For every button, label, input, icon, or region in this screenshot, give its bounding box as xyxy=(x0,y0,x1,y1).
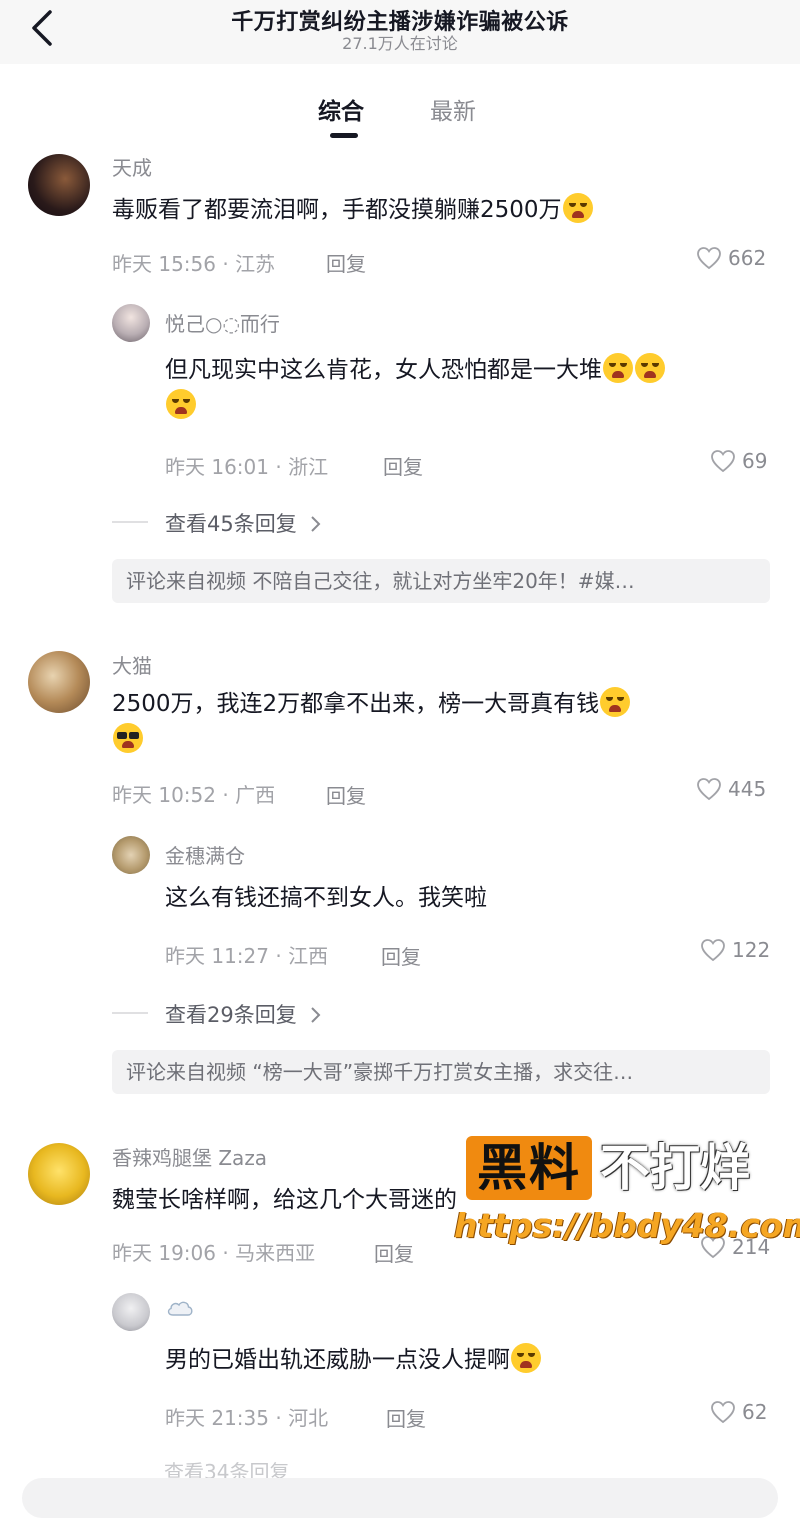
watermark-logo: 黑料 xyxy=(466,1136,592,1200)
tab-indicator xyxy=(330,133,358,138)
watermark-text: 不打烊 xyxy=(600,1139,750,1197)
reply-meta: 昨天 11:27 · 江西 xyxy=(165,944,329,968)
reply-button[interactable]: 回复 xyxy=(386,1403,426,1432)
like-count: 122 xyxy=(732,938,771,962)
emoji-icon xyxy=(562,193,593,223)
reply-text: 这么有钱还搞不到女人。我笑啦 xyxy=(165,885,487,911)
comment-text: 毒贩看了都要流泪啊，手都没摸躺赚2500万 xyxy=(112,192,594,228)
heart-icon xyxy=(701,939,725,962)
cloud-icon xyxy=(167,1301,193,1316)
like-button[interactable]: 445 xyxy=(696,777,766,801)
reply-button[interactable]: 回复 xyxy=(381,941,421,970)
emoji-icon xyxy=(635,353,665,383)
reply-button[interactable]: 回复 xyxy=(374,1238,414,1267)
divider xyxy=(112,521,148,523)
like-count: 445 xyxy=(728,777,767,801)
tab-latest[interactable]: 最新 xyxy=(430,92,476,126)
divider xyxy=(112,1012,148,1014)
emoji-icon xyxy=(600,687,631,717)
view-more-replies[interactable]: 查看45条回复 xyxy=(165,508,323,538)
reply-meta: 昨天 16:01 · 浙江 xyxy=(165,455,329,479)
chevron-right-icon xyxy=(311,1007,321,1023)
heart-icon xyxy=(697,778,721,801)
reply-text: 但凡现实中这么肯花，女人恐怕都是一大堆 xyxy=(165,352,775,424)
emoji-icon xyxy=(166,389,196,419)
reply-button[interactable]: 回复 xyxy=(326,780,366,809)
watermark-url: https://bbdy48.com xyxy=(454,1206,800,1245)
comment-meta: 昨天 19:06 · 马来西亚 xyxy=(112,1241,316,1265)
emoji-icon xyxy=(113,723,143,753)
heart-icon xyxy=(711,450,735,473)
avatar[interactable] xyxy=(28,154,90,216)
like-button[interactable]: 122 xyxy=(700,938,770,962)
avatar[interactable] xyxy=(112,304,150,342)
comment-text: 2500万，我连2万都拿不出来，榜一大哥真有钱 xyxy=(112,686,772,758)
comment-meta: 昨天 15:56 · 江苏 xyxy=(112,252,276,276)
like-count: 62 xyxy=(742,1400,768,1424)
avatar[interactable] xyxy=(28,651,90,713)
like-button[interactable]: 662 xyxy=(696,246,766,270)
video-source[interactable]: 评论来自视频 “榜一大哥”豪掷千万打赏女主播，求交往… xyxy=(112,1050,770,1094)
avatar[interactable] xyxy=(112,836,150,874)
emoji-icon xyxy=(603,353,633,383)
like-count: 69 xyxy=(742,449,768,473)
like-count: 662 xyxy=(728,246,767,270)
heart-icon xyxy=(711,1401,735,1424)
comment-text: 魏莹长啥样啊，给这几个大哥迷的 xyxy=(112,1187,457,1213)
like-button[interactable]: 62 xyxy=(710,1400,767,1424)
like-button[interactable]: 69 xyxy=(710,449,767,473)
view-more-replies[interactable]: 查看29条回复 xyxy=(165,999,323,1029)
reply-meta: 昨天 21:35 · 河北 xyxy=(165,1406,329,1430)
reply-text: 男的已婚出轨还威胁一点没人提啊 xyxy=(165,1342,542,1378)
emoji-icon xyxy=(511,1343,541,1373)
comment-meta: 昨天 10:52 · 广西 xyxy=(112,783,276,807)
avatar[interactable] xyxy=(28,1143,90,1205)
comment-username[interactable]: 香辣鸡腿堡 Zaza xyxy=(112,1142,267,1171)
discussion-count: 27.1万人在讨论 xyxy=(342,34,458,53)
avatar[interactable] xyxy=(112,1293,150,1331)
top-header: 千万打赏纠纷主播涉嫌诈骗被公诉 27.1万人在讨论 xyxy=(0,0,800,64)
tab-comprehensive[interactable]: 综合 xyxy=(318,92,364,126)
reply-button[interactable]: 回复 xyxy=(383,451,423,480)
comment-username[interactable]: 大猫 xyxy=(112,650,152,679)
comment-username[interactable]: 天成 xyxy=(112,152,152,181)
heart-icon xyxy=(697,247,721,270)
reply-username[interactable]: 悦己○◌而行 xyxy=(165,308,280,337)
video-source[interactable]: 评论来自视频 不陪自己交往，就让对方坐牢20年！#媒… xyxy=(112,559,770,603)
reply-username[interactable]: 金穗满仓 xyxy=(165,840,245,869)
chevron-right-icon xyxy=(311,516,321,532)
reply-button[interactable]: 回复 xyxy=(326,248,366,277)
comment-input-bar[interactable] xyxy=(22,1478,778,1518)
